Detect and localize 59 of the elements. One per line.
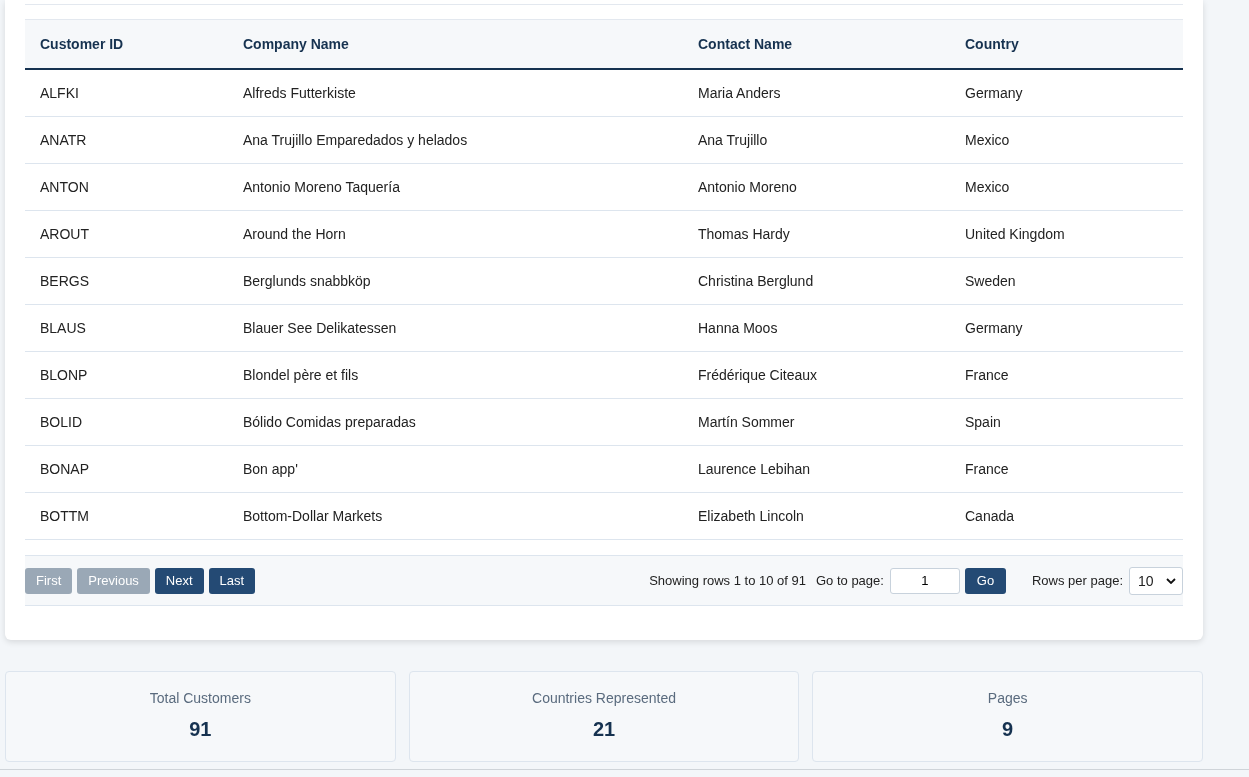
- table-cell: Sweden: [950, 257, 1183, 305]
- table-cell: BOTTM: [25, 492, 228, 540]
- table-cell: Thomas Hardy: [683, 210, 950, 258]
- table-cell: Frédérique Citeaux: [683, 351, 950, 399]
- stat-value: 91: [188, 718, 213, 741]
- table-cell: Canada: [950, 492, 1183, 540]
- table-cell: France: [950, 445, 1183, 493]
- table-cell: BOLID: [25, 398, 228, 446]
- stat-value: 21: [591, 718, 617, 741]
- table-cell: Martín Sommer: [683, 398, 950, 446]
- stat-label: Pages: [986, 690, 1029, 706]
- page-input[interactable]: 1: [889, 567, 960, 594]
- table-cell: Ana Trujillo: [683, 116, 950, 164]
- rows-per-page-select[interactable]: 10: [1129, 566, 1183, 595]
- table-cell: Maria Anders: [683, 69, 950, 117]
- table-cell: ANTON: [25, 163, 228, 211]
- table-cell: BLONP: [25, 351, 228, 399]
- table-cell: Mexico: [950, 116, 1183, 164]
- page-button[interactable]: Next: [154, 567, 204, 594]
- table-cell: Blauer See Delikatessen: [228, 304, 683, 352]
- table-cell: Bólido Comidas preparadas: [228, 398, 683, 446]
- stat-value: 9: [1001, 718, 1015, 741]
- page-button[interactable]: Last: [208, 567, 256, 594]
- table-cell: Blondel père et fils: [228, 351, 683, 399]
- table-cell: BLAUS: [25, 304, 228, 352]
- table-cell: Bon app': [228, 445, 683, 493]
- table-cell: Berglunds snabbköp: [228, 257, 683, 305]
- column-header: Contact Name: [683, 19, 950, 69]
- table-cell: AROUT: [25, 210, 228, 258]
- table-cell: Antonio Moreno Taquería: [228, 163, 683, 211]
- table-cell: Spain: [950, 398, 1183, 446]
- table-cell: Germany: [950, 304, 1183, 352]
- table-cell: Ana Trujillo Emparedados y helados: [228, 116, 683, 164]
- table-cell: ALFKI: [25, 69, 228, 117]
- column-header: Customer ID: [25, 19, 228, 69]
- table-cell: ANATR: [25, 116, 228, 164]
- column-header: Company Name: [228, 19, 683, 69]
- table-cell: Christina Berglund: [683, 257, 950, 305]
- rows-summary: Showing rows 1 to 10 of 91: [649, 573, 806, 588]
- table-cell: BONAP: [25, 445, 228, 493]
- rows-per-page-label: Rows per page:: [1031, 573, 1123, 588]
- stat-label: Countries Represented: [531, 690, 677, 706]
- goto-label: Go to page:: [816, 573, 884, 588]
- table-cell: Antonio Moreno: [683, 163, 950, 211]
- table-cell: Bottom-Dollar Markets: [228, 492, 683, 540]
- table-cell: Alfreds Futterkiste: [228, 69, 683, 117]
- table-cell: United Kingdom: [950, 210, 1183, 258]
- table-cell: Germany: [950, 69, 1183, 117]
- stat-label: Total Customers: [148, 690, 252, 706]
- table-cell: Around the Horn: [228, 210, 683, 258]
- table-cell: BERGS: [25, 257, 228, 305]
- table-cell: Hanna Moos: [683, 304, 950, 352]
- column-header: Country: [950, 19, 1183, 69]
- go-button[interactable]: Go: [964, 567, 1006, 594]
- table-cell: France: [950, 351, 1183, 399]
- table-cell: Elizabeth Lincoln: [683, 492, 950, 540]
- table-cell: Laurence Lebihan: [683, 445, 950, 493]
- table-cell: Mexico: [950, 163, 1183, 211]
- chevron-down-icon: [1166, 577, 1176, 584]
